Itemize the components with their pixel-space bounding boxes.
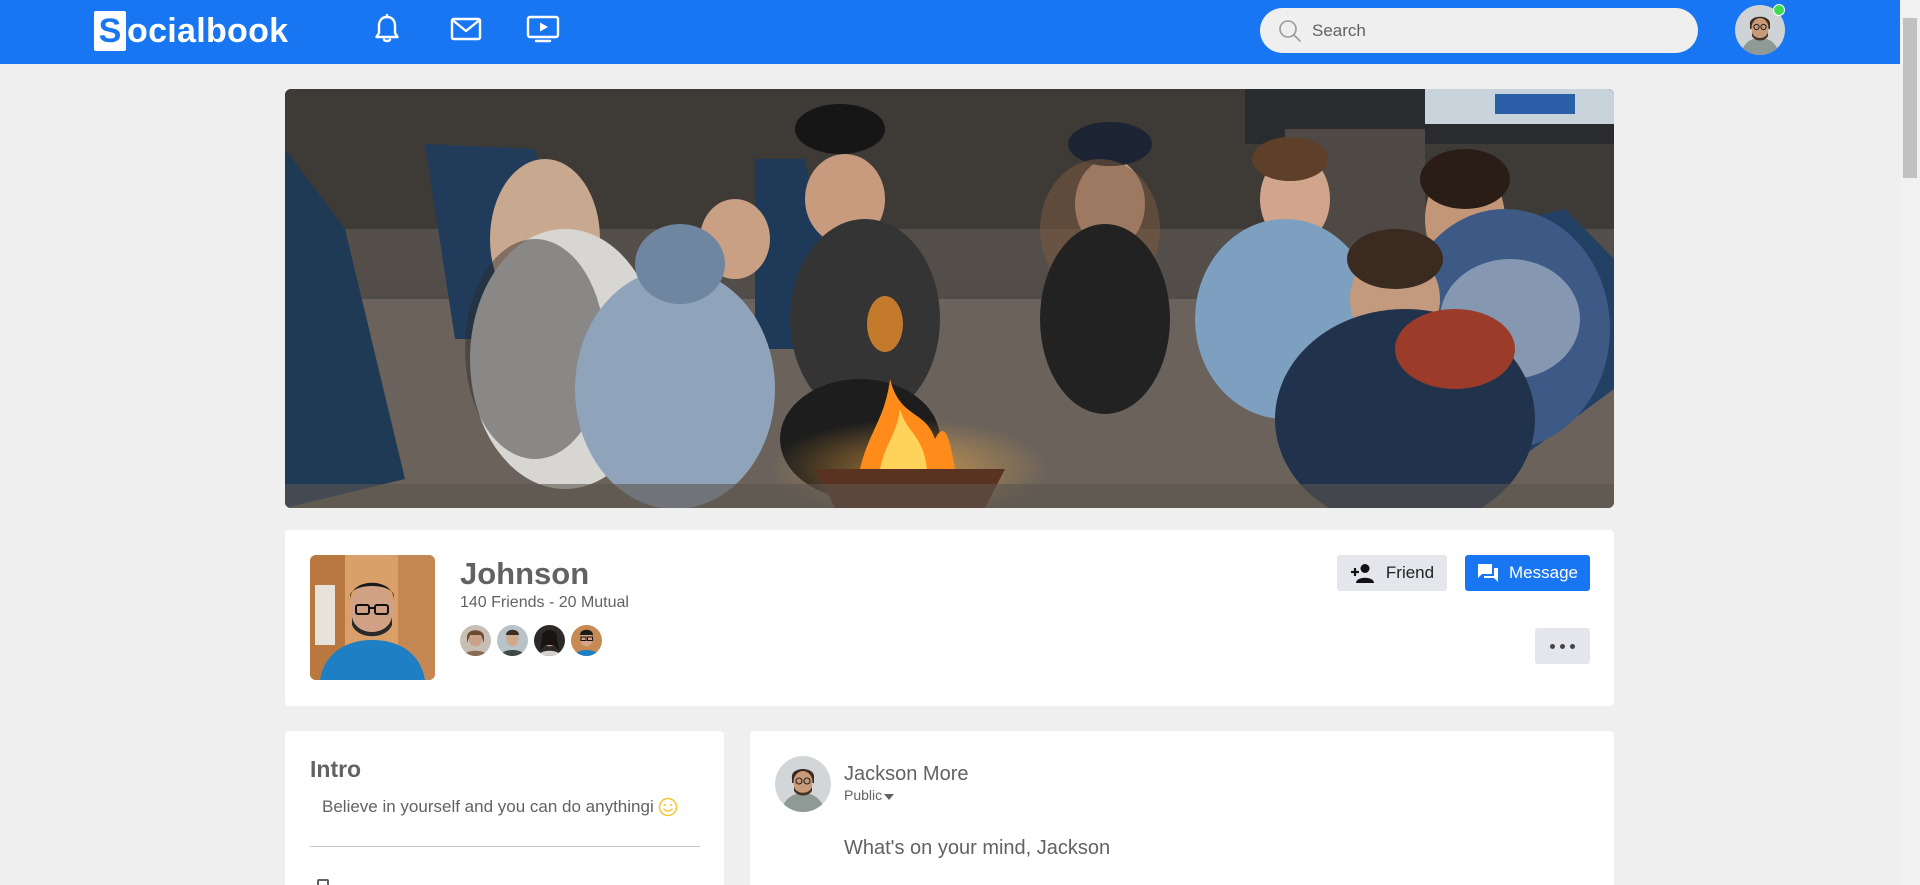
message-button[interactable]: Message xyxy=(1465,555,1590,591)
cover-photo xyxy=(285,89,1614,508)
post-user-avatar[interactable] xyxy=(775,756,831,812)
logo-letter: S xyxy=(94,11,126,51)
friends-count[interactable]: 140 Friends - 20 Mutual xyxy=(460,594,629,612)
profile-picture[interactable] xyxy=(310,555,435,680)
scrollbar-thumb[interactable] xyxy=(1903,18,1917,178)
intro-title: Intro xyxy=(310,756,362,782)
search-input[interactable] xyxy=(1312,20,1672,41)
search-box[interactable] xyxy=(1260,8,1698,53)
video-icon[interactable] xyxy=(526,13,560,45)
mutual-friend-avatar[interactable] xyxy=(460,625,491,656)
work-icon xyxy=(317,879,329,885)
privacy-selector[interactable]: Public xyxy=(844,787,895,803)
post-text-input[interactable] xyxy=(844,837,1544,860)
create-post-card: Jackson More Public xyxy=(750,731,1614,885)
mutual-friend-avatar[interactable] xyxy=(534,625,565,656)
message-label: Message xyxy=(1509,563,1578,582)
mutual-friends xyxy=(460,625,602,656)
page-scrollbar[interactable] xyxy=(1900,0,1920,885)
divider xyxy=(310,846,700,847)
caret-down-icon xyxy=(884,793,895,800)
navbar: S ocialbook xyxy=(0,0,1900,64)
chat-icon xyxy=(1478,564,1498,582)
logo-text: ocialbook xyxy=(127,11,289,50)
logo[interactable]: S ocialbook xyxy=(94,10,288,52)
mutual-friend-avatar[interactable] xyxy=(497,625,528,656)
search-icon xyxy=(1279,19,1301,42)
intro-bio-text: Believe in yourself and you can do anyth… xyxy=(322,797,654,816)
privacy-label: Public xyxy=(844,787,883,803)
post-user-name: Jackson More xyxy=(844,763,969,785)
add-friend-label: Friend xyxy=(1385,563,1435,582)
mutual-friend-avatar[interactable] xyxy=(571,625,602,656)
more-dots-icon xyxy=(1550,643,1555,649)
add-person-icon xyxy=(1350,564,1374,583)
more-options-button[interactable] xyxy=(1535,628,1590,664)
profile-name: Johnson xyxy=(460,556,590,591)
smile-emoji-icon xyxy=(658,797,677,817)
profile-card: Johnson 140 Friends - 20 Mutual Friend M… xyxy=(285,530,1614,706)
add-friend-button[interactable]: Friend xyxy=(1337,555,1447,591)
online-status-dot xyxy=(1773,4,1785,16)
intro-card: Intro Believe in yourself and you can do… xyxy=(285,731,724,885)
intro-bio: Believe in yourself and you can do anyth… xyxy=(322,797,678,817)
mail-icon[interactable] xyxy=(449,13,483,45)
bell-icon[interactable] xyxy=(370,13,404,45)
